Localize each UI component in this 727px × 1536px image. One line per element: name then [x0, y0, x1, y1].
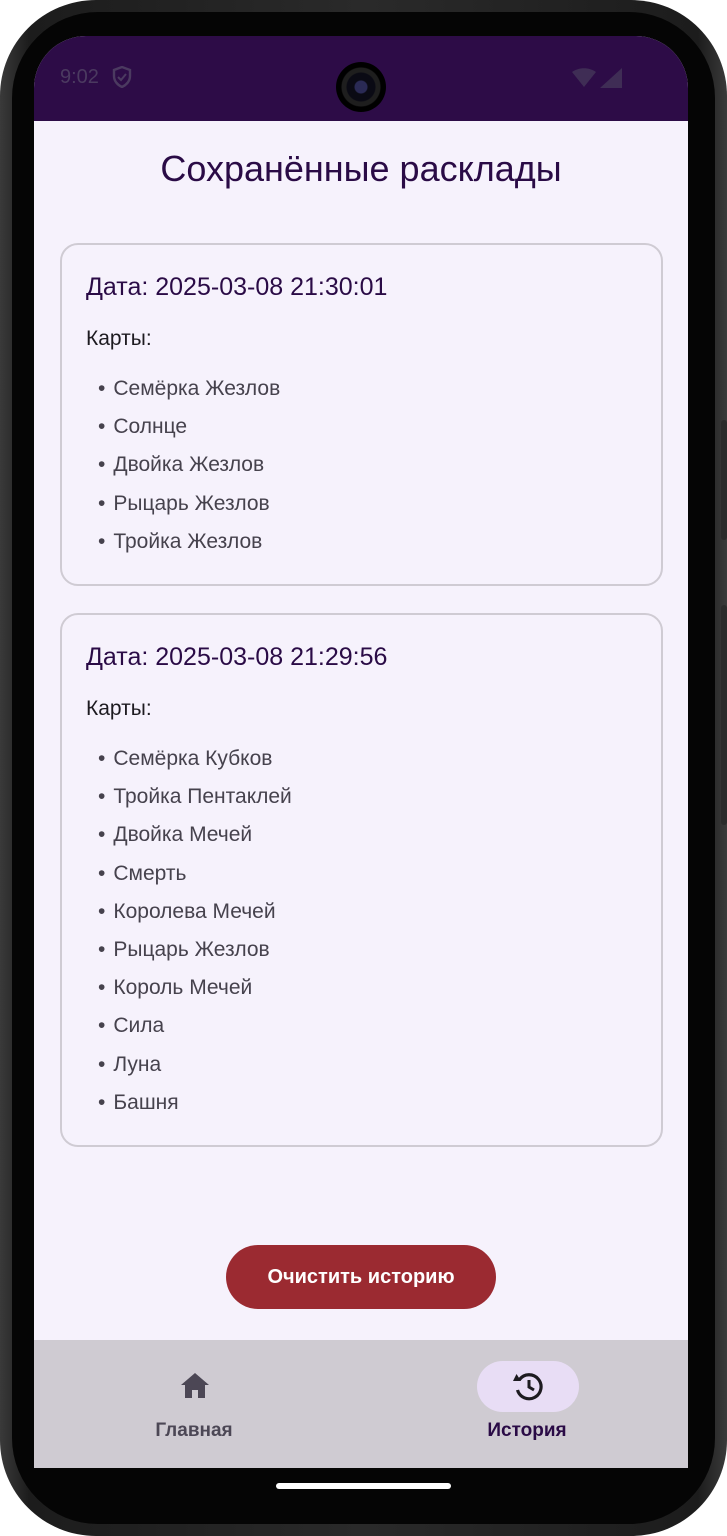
bullet: •: [98, 899, 106, 923]
entry-date: Дата: 2025-03-08 21:29:56: [86, 643, 388, 671]
status-bar: 9:02: [34, 36, 688, 121]
wifi-icon: [572, 68, 596, 93]
list-item: • Двойка Мечей: [98, 823, 292, 861]
bullet: •: [98, 937, 106, 961]
bullet: •: [98, 377, 106, 400]
bullet: •: [98, 976, 106, 1000]
nav-label-history: История: [487, 1420, 567, 1441]
power-button: [721, 605, 727, 825]
status-time: 9:02: [60, 66, 99, 88]
card-name: Двойка Жезлов: [113, 453, 265, 477]
list-item: • Король Мечей: [98, 976, 292, 1014]
bullet: •: [98, 861, 106, 885]
bullet: •: [98, 491, 106, 515]
card-name: Королева Мечей: [113, 899, 276, 923]
card-name: Тройка Пентаклей: [113, 785, 292, 809]
list-item: • Башня: [98, 1091, 292, 1129]
card-name: Луна: [113, 1052, 162, 1076]
front-camera: [336, 62, 386, 112]
list-item: • Сила: [98, 1014, 292, 1052]
nav-label-home: Главная: [155, 1420, 233, 1441]
entry-date: Дата: 2025-03-08 21:30:01: [86, 273, 388, 301]
cards-label: Карты:: [86, 327, 152, 350]
card-name: Смерть: [113, 861, 187, 885]
history-entry-card: Дата: 2025-03-08 21:30:01 Карты: • Семёрк…: [60, 243, 663, 586]
list-item: • Смерть: [98, 862, 292, 900]
bottom-navigation: Главная История: [34, 1340, 688, 1468]
bullet: •: [98, 415, 106, 439]
phone-frame: 9:02 Сохранённые расклады Дата: 2025-03-…: [0, 0, 727, 1536]
history-entry-card: Дата: 2025-03-08 21:29:56 Карты: • Семёрк…: [60, 613, 663, 1147]
shield-icon: [112, 65, 132, 93]
bullet: •: [98, 1090, 106, 1114]
card-name: Двойка Мечей: [113, 823, 253, 847]
bullet: •: [98, 529, 106, 553]
card-name: Солнце: [113, 415, 188, 439]
bullet: •: [98, 747, 106, 770]
app-screen: 9:02 Сохранённые расклады Дата: 2025-03-…: [34, 36, 688, 1468]
list-item: • Луна: [98, 1053, 292, 1091]
card-list: • Семёрка Жезлов • Солнце • Двойка Жезлов •…: [98, 377, 280, 568]
card-name: Семёрка Жезлов: [113, 377, 281, 400]
volume-button: [721, 420, 727, 540]
card-name: Башня: [113, 1090, 179, 1114]
list-item: • Тройка Жезлов: [98, 530, 280, 568]
card-name: Рыцарь Жезлов: [113, 937, 270, 961]
card-name: Тройка Жезлов: [113, 529, 263, 553]
cards-label: Карты:: [86, 697, 152, 720]
list-item: • Двойка Жезлов: [98, 453, 280, 491]
list-item: • Солнце: [98, 415, 280, 453]
list-item: • Тройка Пентаклей: [98, 785, 292, 823]
bullet: •: [98, 823, 106, 847]
bullet: •: [98, 1014, 106, 1038]
page-title: Сохранённые расклады: [160, 148, 562, 189]
bullet: •: [98, 453, 106, 477]
gesture-handle[interactable]: [276, 1483, 451, 1489]
card-name: Сила: [113, 1014, 165, 1038]
list-item: • Королева Мечей: [98, 900, 292, 938]
list-item: • Рыцарь Жезлов: [98, 938, 292, 976]
clear-history-button[interactable]: Очистить историю: [226, 1245, 496, 1309]
history-icon: [511, 1369, 545, 1403]
card-name: Рыцарь Жезлов: [113, 491, 270, 515]
card-list: • Семёрка Кубков • Тройка Пентаклей • Двойк…: [98, 747, 292, 1129]
home-icon: [178, 1369, 212, 1403]
nav-item-history[interactable]: История: [427, 1340, 627, 1468]
list-item: • Семёрка Жезлов: [98, 377, 280, 415]
bullet: •: [98, 1052, 106, 1076]
list-item: • Семёрка Кубков: [98, 747, 292, 785]
list-item: • Рыцарь Жезлов: [98, 492, 280, 530]
card-name: Король Мечей: [113, 976, 253, 1000]
nav-item-home[interactable]: Главная: [94, 1340, 294, 1468]
bullet: •: [98, 785, 106, 809]
card-name: Семёрка Кубков: [113, 747, 273, 770]
signal-icon: [600, 68, 622, 93]
